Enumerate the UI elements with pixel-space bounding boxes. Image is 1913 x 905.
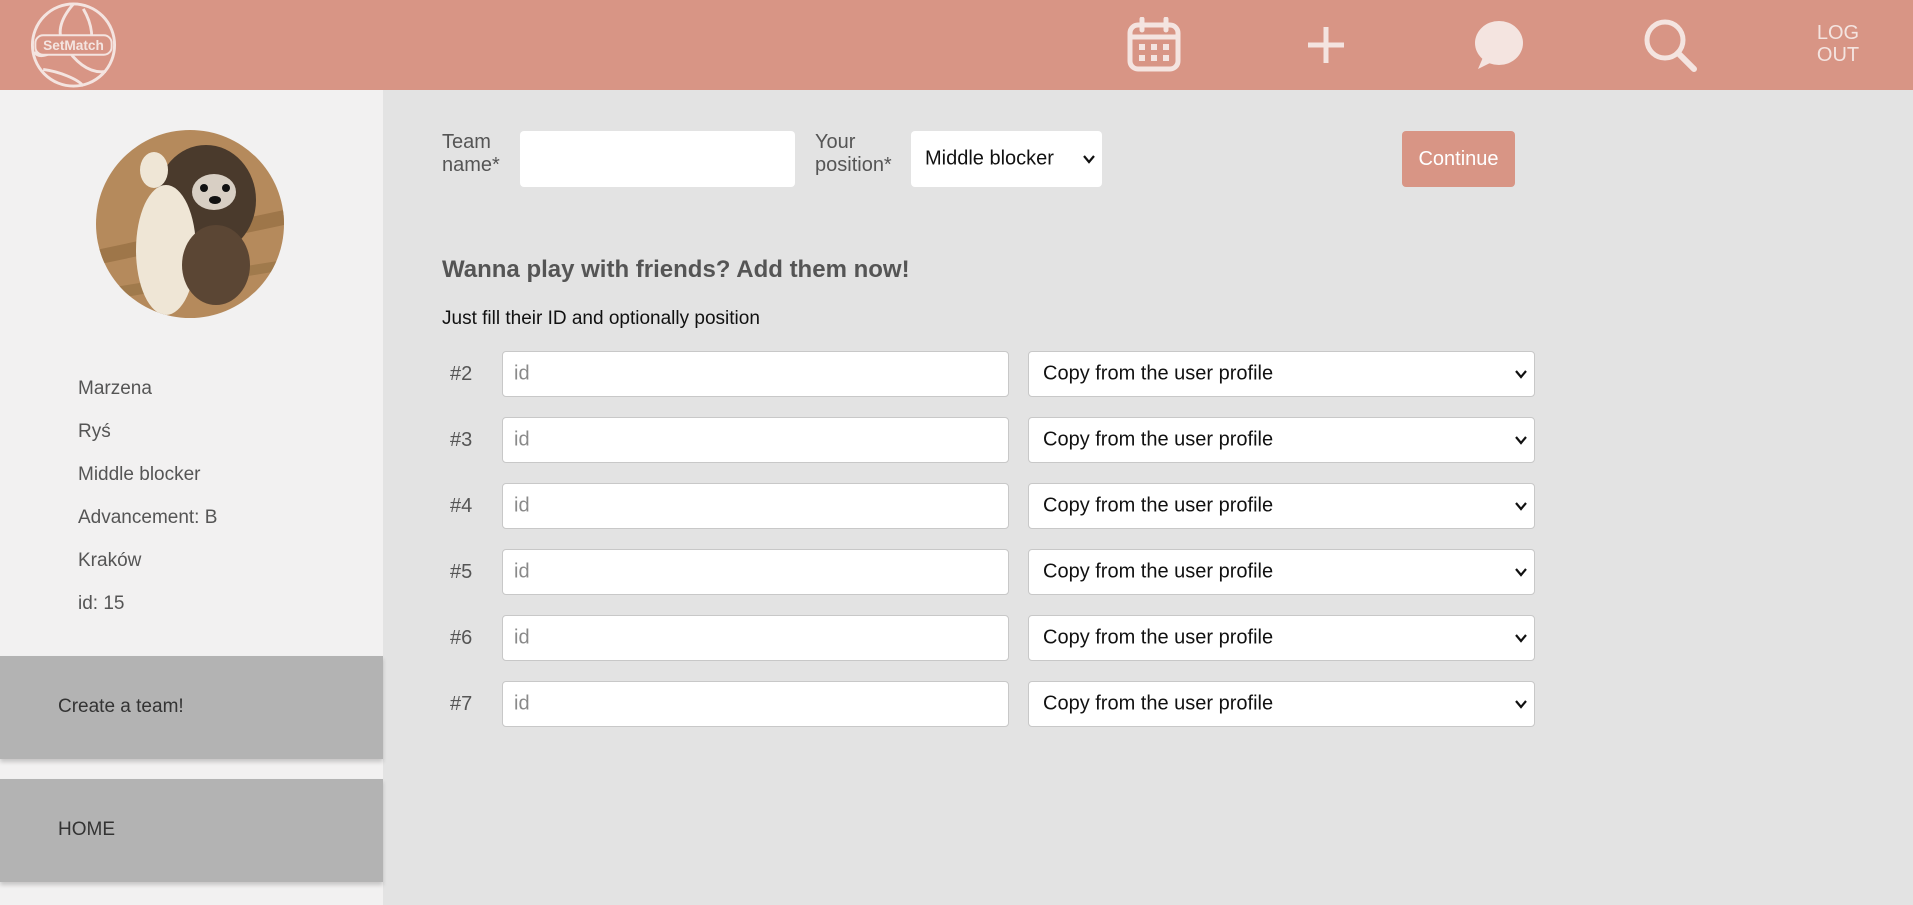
friend-number: #5 xyxy=(450,561,473,583)
friend-row: #7 id Copy from the user profile xyxy=(442,681,1542,727)
friend-number: #7 xyxy=(450,693,473,715)
friend-id-placeholder: id xyxy=(514,494,530,517)
friend-row: #6 id Copy from the user profile xyxy=(442,615,1542,661)
friend-id-input[interactable]: id xyxy=(502,417,1009,463)
team-name-input[interactable] xyxy=(520,131,795,187)
friend-id-input[interactable]: id xyxy=(502,615,1009,661)
friend-position-selected: Copy from the user profile xyxy=(1043,560,1274,583)
your-position-label-line-2: position* xyxy=(815,154,892,176)
create-team-button[interactable]: Create a team! xyxy=(0,656,383,759)
chevron-down-icon xyxy=(1515,502,1527,511)
friend-position-select[interactable]: Copy from the user profile xyxy=(1028,351,1535,397)
friend-number: #3 xyxy=(450,429,473,451)
avatar xyxy=(96,130,284,318)
profile-position: Middle blocker xyxy=(78,464,201,485)
friend-position-select[interactable]: Copy from the user profile xyxy=(1028,615,1535,661)
friend-id-placeholder: id xyxy=(514,428,530,451)
chevron-down-icon xyxy=(1515,370,1527,379)
search-icon[interactable] xyxy=(1642,17,1698,73)
chevron-down-icon xyxy=(1515,700,1527,709)
main-content: Team name* Your position* Middle blocker… xyxy=(383,90,1913,905)
friend-id-placeholder: id xyxy=(514,560,530,583)
profile-last-name: Ryś xyxy=(78,421,111,442)
friend-id-input[interactable]: id xyxy=(502,549,1009,595)
your-position-select[interactable]: Middle blocker xyxy=(911,131,1102,187)
friend-position-selected: Copy from the user profile xyxy=(1043,362,1274,385)
chevron-down-icon xyxy=(1515,634,1527,643)
logout-line-1: LOG xyxy=(1816,22,1860,44)
create-team-label: Create a team! xyxy=(58,696,184,717)
friend-position-selected: Copy from the user profile xyxy=(1043,428,1274,451)
chat-icon[interactable] xyxy=(1470,17,1526,73)
sidebar: Marzena Ryś Middle blocker Advancement: … xyxy=(0,90,383,905)
calendar-icon[interactable] xyxy=(1126,17,1182,73)
home-button[interactable]: HOME xyxy=(0,779,383,882)
profile-first-name: Marzena xyxy=(78,378,152,399)
friend-row: #4 id Copy from the user profile xyxy=(442,483,1542,529)
friend-number: #2 xyxy=(450,363,473,385)
team-name-label-line-1: Team xyxy=(442,131,491,153)
continue-button[interactable]: Continue xyxy=(1402,131,1515,187)
plus-icon[interactable] xyxy=(1298,17,1354,73)
profile-advancement: Advancement: B xyxy=(78,507,218,528)
friend-position-select[interactable]: Copy from the user profile xyxy=(1028,483,1535,529)
friend-row: #5 id Copy from the user profile xyxy=(442,549,1542,595)
setmatch-logo[interactable]: SetMatch xyxy=(29,1,118,89)
chevron-down-icon xyxy=(1515,568,1527,577)
profile-city: Kraków xyxy=(78,550,142,571)
friend-number: #6 xyxy=(450,627,473,649)
friend-position-selected: Copy from the user profile xyxy=(1043,626,1274,649)
friend-number: #4 xyxy=(450,495,473,517)
friends-heading: Wanna play with friends? Add them now! xyxy=(442,256,910,283)
logout-line-2: OUT xyxy=(1816,44,1860,66)
top-navbar: SetMatch LOG OUT xyxy=(0,0,1913,90)
friend-position-selected: Copy from the user profile xyxy=(1043,494,1274,517)
friend-row: #3 id Copy from the user profile xyxy=(442,417,1542,463)
friend-position-select[interactable]: Copy from the user profile xyxy=(1028,417,1535,463)
friend-id-placeholder: id xyxy=(514,362,530,385)
friend-id-placeholder: id xyxy=(514,626,530,649)
team-name-label: Team name* xyxy=(442,131,500,177)
your-position-label-line-1: Your xyxy=(815,131,856,153)
friend-id-input[interactable]: id xyxy=(502,681,1009,727)
friend-id-input[interactable]: id xyxy=(502,351,1009,397)
logo-text: SetMatch xyxy=(43,38,104,53)
friend-row: #2 id Copy from the user profile xyxy=(442,351,1542,397)
friend-position-select[interactable]: Copy from the user profile xyxy=(1028,681,1535,727)
logout-button[interactable]: LOG OUT xyxy=(1798,22,1878,66)
profile-id: id: 15 xyxy=(78,593,125,614)
chevron-down-icon xyxy=(1515,436,1527,445)
friends-subtext: Just fill their ID and optionally positi… xyxy=(442,308,760,329)
friend-position-selected: Copy from the user profile xyxy=(1043,692,1274,715)
friend-id-placeholder: id xyxy=(514,692,530,715)
friend-position-select[interactable]: Copy from the user profile xyxy=(1028,549,1535,595)
team-name-label-line-2: name* xyxy=(442,154,500,176)
home-label: HOME xyxy=(58,819,115,840)
friend-id-input[interactable]: id xyxy=(502,483,1009,529)
chevron-down-icon xyxy=(1083,155,1095,164)
your-position-label: Your position* xyxy=(815,131,892,177)
your-position-selected: Middle blocker xyxy=(925,147,1054,170)
